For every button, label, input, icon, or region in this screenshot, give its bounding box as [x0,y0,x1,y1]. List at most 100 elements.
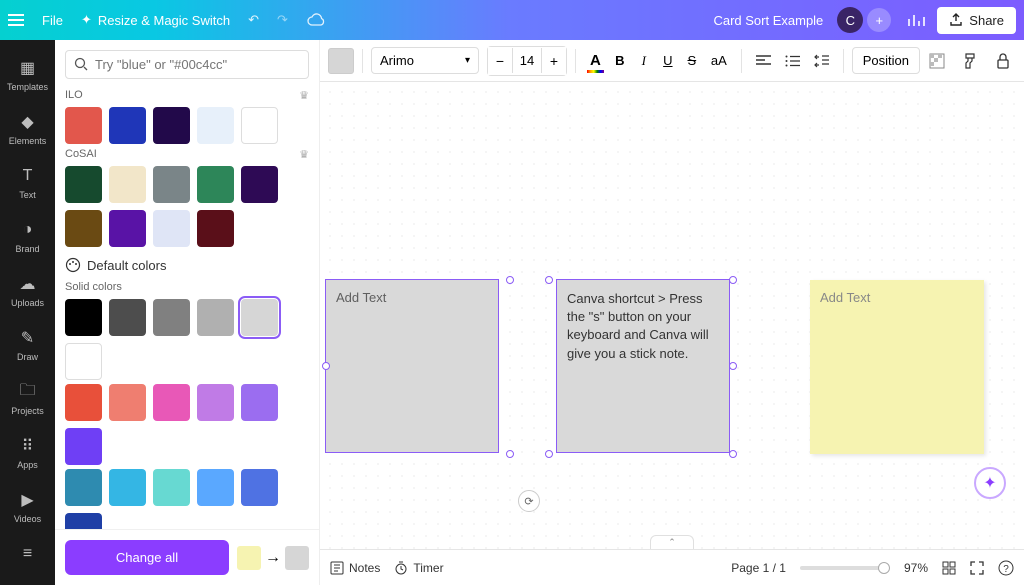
color-swatch[interactable] [65,107,102,144]
color-swatch[interactable] [153,469,190,506]
rail-elements[interactable]: ◆Elements [0,102,55,156]
fill-color-swatch[interactable] [328,48,354,74]
handle-bot-mid2[interactable] [545,450,553,458]
color-swatch[interactable] [109,299,146,336]
copy-style-button[interactable] [957,48,984,74]
color-swatch[interactable] [109,166,146,203]
timer-button[interactable]: Timer [394,561,443,575]
handle-top-mid[interactable] [506,276,514,284]
italic-button[interactable]: I [633,48,655,74]
page-tab-handle[interactable]: ⌃ [650,535,694,549]
handle-tr[interactable] [729,276,737,284]
file-menu[interactable]: File [42,13,63,28]
font-size-decrease[interactable]: − [488,47,512,75]
document-title[interactable]: Card Sort Example [713,13,823,28]
spacing-button[interactable] [808,49,835,73]
rail-text[interactable]: TText [0,156,55,210]
color-swatch[interactable] [109,469,146,506]
rail-draw[interactable]: ✎Draw [0,318,55,372]
color-swatch[interactable] [197,299,234,336]
zoom-value[interactable]: 97% [904,561,928,575]
align-button[interactable] [750,50,777,72]
color-swatch[interactable] [197,384,234,421]
change-all-button[interactable]: Change all [65,540,229,575]
color-swatch[interactable] [65,384,102,421]
color-swatch[interactable] [241,384,278,421]
redo-button[interactable]: ↷ [277,12,288,28]
font-size-increase[interactable]: + [542,47,566,75]
avatar[interactable]: C [837,7,863,33]
handle-left[interactable] [322,362,330,370]
color-swatch[interactable] [65,428,102,465]
color-swatch[interactable] [241,299,278,336]
handle-right[interactable] [729,362,737,370]
analytics-icon[interactable] [901,8,931,32]
strikethrough-button[interactable]: S [681,48,703,73]
sync-icon[interactable]: ⟳ [518,490,540,512]
rail-brand[interactable]: ◑Brand [0,210,55,264]
ai-assist-button[interactable]: ✦ [974,467,1006,499]
sticky-note[interactable]: Add Text [810,280,984,454]
fullscreen-button[interactable] [970,561,984,575]
handle-bot-mid[interactable] [506,450,514,458]
color-search[interactable] [65,50,309,79]
text-color-button[interactable]: A [584,47,607,74]
card-2[interactable]: Canva shortcut > Press the "s" button on… [557,280,729,452]
color-swatch[interactable] [153,299,190,336]
color-swatch[interactable] [197,210,234,247]
zoom-slider[interactable] [800,566,890,570]
lock-button[interactable] [990,48,1016,74]
color-swatch[interactable] [197,166,234,203]
rail-videos[interactable]: ▶Videos [0,480,55,534]
color-swatch[interactable] [153,166,190,203]
color-swatch[interactable] [109,107,146,144]
grid-view-button[interactable] [942,561,956,575]
font-size-value[interactable]: 14 [512,48,542,73]
color-swatch[interactable] [197,107,234,144]
color-swatch[interactable] [65,299,102,336]
bold-button[interactable]: B [609,48,631,73]
color-swatch[interactable] [109,384,146,421]
underline-button[interactable]: U [657,48,679,73]
rail-uploads[interactable]: ☁Uploads [0,264,55,318]
resize-magic-switch[interactable]: ✦ Resize & Magic Switch [81,12,230,28]
notes-button[interactable]: Notes [330,561,380,575]
color-swatch[interactable] [65,469,102,506]
handle-top-mid2[interactable] [545,276,553,284]
uploads-icon: ☁ [18,274,38,294]
page-indicator[interactable]: Page 1 / 1 [731,561,786,575]
color-swatch[interactable] [65,210,102,247]
color-swatch[interactable] [241,107,278,144]
search-input[interactable] [95,57,300,72]
transparency-button[interactable] [923,48,951,74]
list-button[interactable] [779,50,806,72]
rail-templates[interactable]: ▦Templates [0,48,55,102]
menu-button[interactable] [8,11,28,29]
handle-br[interactable] [729,450,737,458]
text-icon: T [18,166,38,186]
card-1[interactable]: Add Text [326,280,498,452]
undo-button[interactable]: ↶ [248,12,259,28]
font-select[interactable]: Arimo ▾ [371,47,479,74]
add-collaborator-button[interactable]: + [867,8,891,32]
help-button[interactable]: ? [998,560,1014,576]
text-case-button[interactable]: aA [705,48,733,73]
rail-apps[interactable]: ⠿Apps [0,426,55,480]
color-swatch[interactable] [153,107,190,144]
color-swatch[interactable] [109,210,146,247]
rail-more[interactable]: ≡ [0,534,55,574]
color-swatch[interactable] [241,469,278,506]
color-swatch[interactable] [153,384,190,421]
canvas[interactable]: Add Text Canva shortcut > Press the "s" … [320,82,1024,549]
position-button[interactable]: Position [852,47,920,74]
rail-projects[interactable]: 🗀Projects [0,372,55,426]
color-swatch[interactable] [65,166,102,203]
color-swatch[interactable] [241,166,278,203]
cloud-sync-icon[interactable] [306,13,326,27]
share-button[interactable]: Share [937,7,1016,34]
color-swatch[interactable] [153,210,190,247]
color-swatch[interactable] [197,469,234,506]
color-swatch[interactable] [65,343,102,380]
slider-thumb[interactable] [878,562,890,574]
color-swatch[interactable] [65,513,102,529]
